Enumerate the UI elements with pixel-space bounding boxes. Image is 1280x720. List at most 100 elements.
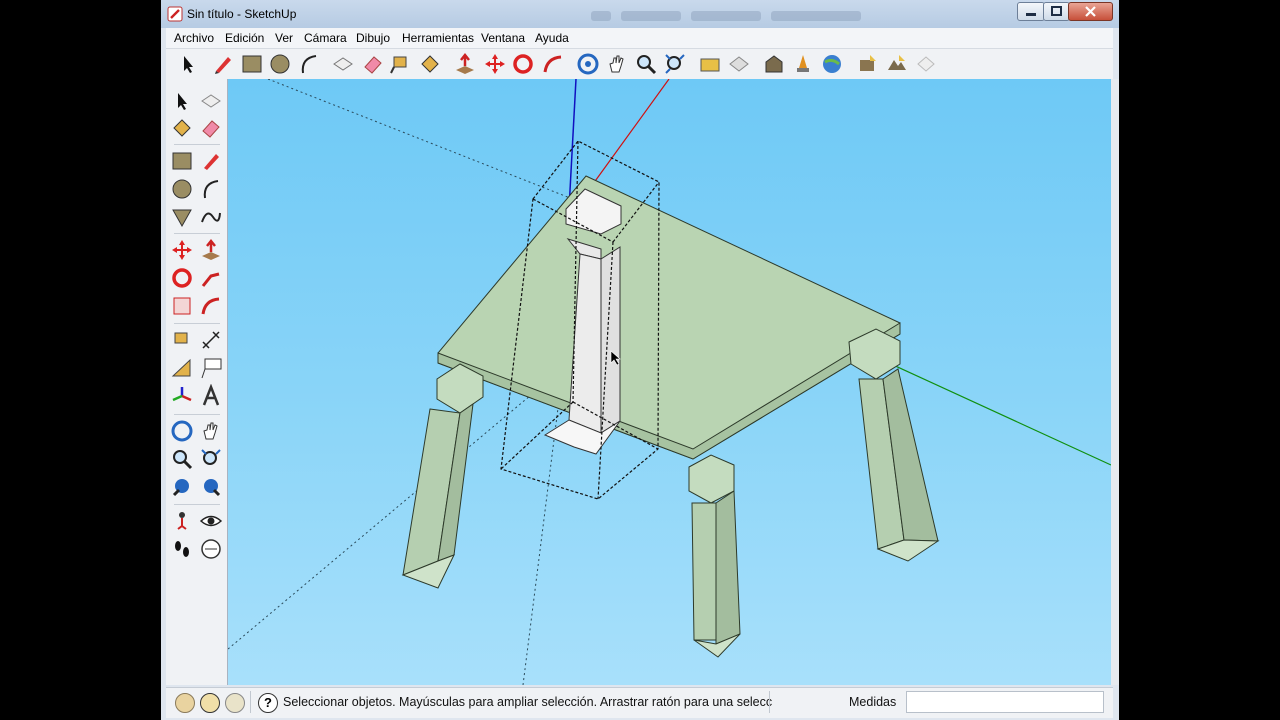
zoom-tool-button[interactable] — [634, 52, 658, 76]
table-leg-front — [688, 454, 741, 658]
move-tool-button[interactable] — [170, 238, 194, 262]
text-tool-button[interactable] — [199, 356, 223, 380]
axes-tool-button[interactable] — [170, 384, 194, 408]
menu-camara[interactable]: Cámara — [304, 31, 347, 45]
orbit-tool-button[interactable] — [170, 419, 194, 443]
tape-measure-button[interactable] — [389, 52, 413, 76]
offset-tool-button[interactable] — [199, 294, 223, 318]
rectangle-tool-button[interactable] — [240, 52, 264, 76]
menu-ver[interactable]: Ver — [275, 31, 293, 45]
eraser-tool-button[interactable] — [199, 116, 223, 140]
get-models-button[interactable] — [698, 52, 722, 76]
share-model-button[interactable] — [727, 52, 751, 76]
minimize-button[interactable] — [1017, 2, 1045, 21]
paint-bucket-button[interactable] — [170, 116, 194, 140]
push-pull-button[interactable] — [453, 52, 477, 76]
orbit-icon — [171, 420, 193, 442]
tape-measure-button[interactable] — [170, 328, 194, 352]
make-component-button[interactable] — [331, 52, 355, 76]
scale-tool-button[interactable] — [170, 294, 194, 318]
sign-in-status-icon[interactable] — [225, 693, 245, 713]
title-bar[interactable]: Sin título - SketchUp — [161, 0, 1119, 28]
zoom-extents-button[interactable] — [199, 475, 223, 499]
polygon-tool-button[interactable] — [170, 205, 194, 229]
push-pull-button[interactable] — [199, 238, 223, 262]
arc-tool-button[interactable] — [297, 52, 321, 76]
preview-in-earth-button[interactable] — [914, 52, 938, 76]
position-camera-button[interactable] — [170, 509, 194, 533]
table-leg-right — [848, 328, 940, 562]
move-tool-button[interactable] — [483, 52, 507, 76]
google-earth-button[interactable] — [820, 52, 844, 76]
rotate-tool-button[interactable] — [511, 52, 535, 76]
pencil-tool-button[interactable] — [199, 149, 223, 173]
divider — [174, 233, 220, 234]
footprints-icon — [175, 541, 189, 557]
main-toolbar — [166, 48, 1113, 80]
menu-archivo[interactable]: Archivo — [174, 31, 214, 45]
help-icon[interactable]: ? — [258, 693, 278, 713]
zoom-tool-button[interactable] — [170, 447, 194, 471]
dimension-tool-button[interactable] — [199, 328, 223, 352]
previous-view-button[interactable] — [170, 475, 194, 499]
look-around-button[interactable] — [199, 509, 223, 533]
offset-icon — [201, 297, 220, 315]
text-label-icon — [201, 358, 222, 379]
paint-bucket-button[interactable] — [418, 52, 442, 76]
select-tool-button[interactable] — [170, 89, 194, 113]
paint-bucket-icon — [173, 119, 191, 137]
follow-me-button[interactable] — [541, 52, 565, 76]
menu-ayuda[interactable]: Ayuda — [535, 31, 569, 45]
pencil-icon — [215, 57, 231, 74]
photo-textures-button[interactable] — [762, 52, 786, 76]
geolocation-status-icon[interactable] — [175, 693, 195, 713]
orbit-tool-button[interactable] — [576, 52, 600, 76]
menu-herramientas[interactable]: Herramientas — [402, 31, 474, 45]
3d-text-button[interactable] — [199, 383, 223, 408]
zoom-extents-button[interactable] — [663, 52, 687, 76]
divider — [174, 323, 220, 324]
add-location-button[interactable] — [791, 52, 815, 76]
menu-dibujo[interactable]: Dibujo — [356, 31, 390, 45]
pan-tool-button[interactable] — [199, 419, 223, 443]
circle-icon — [270, 54, 290, 74]
toggle-terrain-button[interactable] — [885, 52, 909, 76]
share-model-icon — [729, 56, 749, 72]
menu-edicion[interactable]: Edición — [225, 31, 264, 45]
get-current-view-button[interactable] — [856, 52, 880, 76]
rectangle-tool-button[interactable] — [170, 149, 194, 173]
pan-tool-button[interactable] — [605, 52, 629, 76]
model-canvas — [228, 79, 1111, 685]
eraser-tool-button[interactable] — [361, 52, 385, 76]
rectangle-icon — [172, 152, 192, 170]
arc-tool-button[interactable] — [199, 177, 223, 201]
follow-me-button[interactable] — [199, 266, 223, 290]
component-icon — [201, 94, 221, 108]
rectangle-icon — [242, 55, 262, 73]
protractor-icon — [171, 358, 191, 377]
section-plane-icon — [201, 539, 221, 559]
circle-tool-button[interactable] — [268, 52, 292, 76]
maximize-button[interactable] — [1043, 2, 1070, 21]
hand-icon — [609, 55, 624, 73]
rotate-tool-button[interactable] — [170, 266, 194, 290]
credits-status-icon[interactable] — [200, 693, 220, 713]
section-plane-button[interactable] — [199, 537, 223, 561]
menu-ventana[interactable]: Ventana — [481, 31, 525, 45]
tape-measure-icon — [174, 332, 188, 344]
red-axis — [592, 79, 670, 185]
component-icon — [333, 57, 353, 71]
select-tool-button[interactable] — [176, 52, 200, 76]
measurements-input[interactable] — [906, 691, 1104, 713]
circle-tool-button[interactable] — [170, 177, 194, 201]
make-component-button[interactable] — [199, 89, 223, 113]
pencil-tool-button[interactable] — [211, 52, 235, 76]
freehand-tool-button[interactable] — [199, 205, 223, 229]
zoom-window-button[interactable] — [199, 447, 223, 471]
close-button[interactable] — [1068, 2, 1113, 21]
protractor-button[interactable] — [170, 356, 194, 380]
walk-tool-button[interactable] — [170, 537, 194, 561]
3d-viewport[interactable] — [228, 79, 1111, 685]
terrain-icon — [888, 55, 906, 70]
circle-icon — [172, 179, 192, 199]
